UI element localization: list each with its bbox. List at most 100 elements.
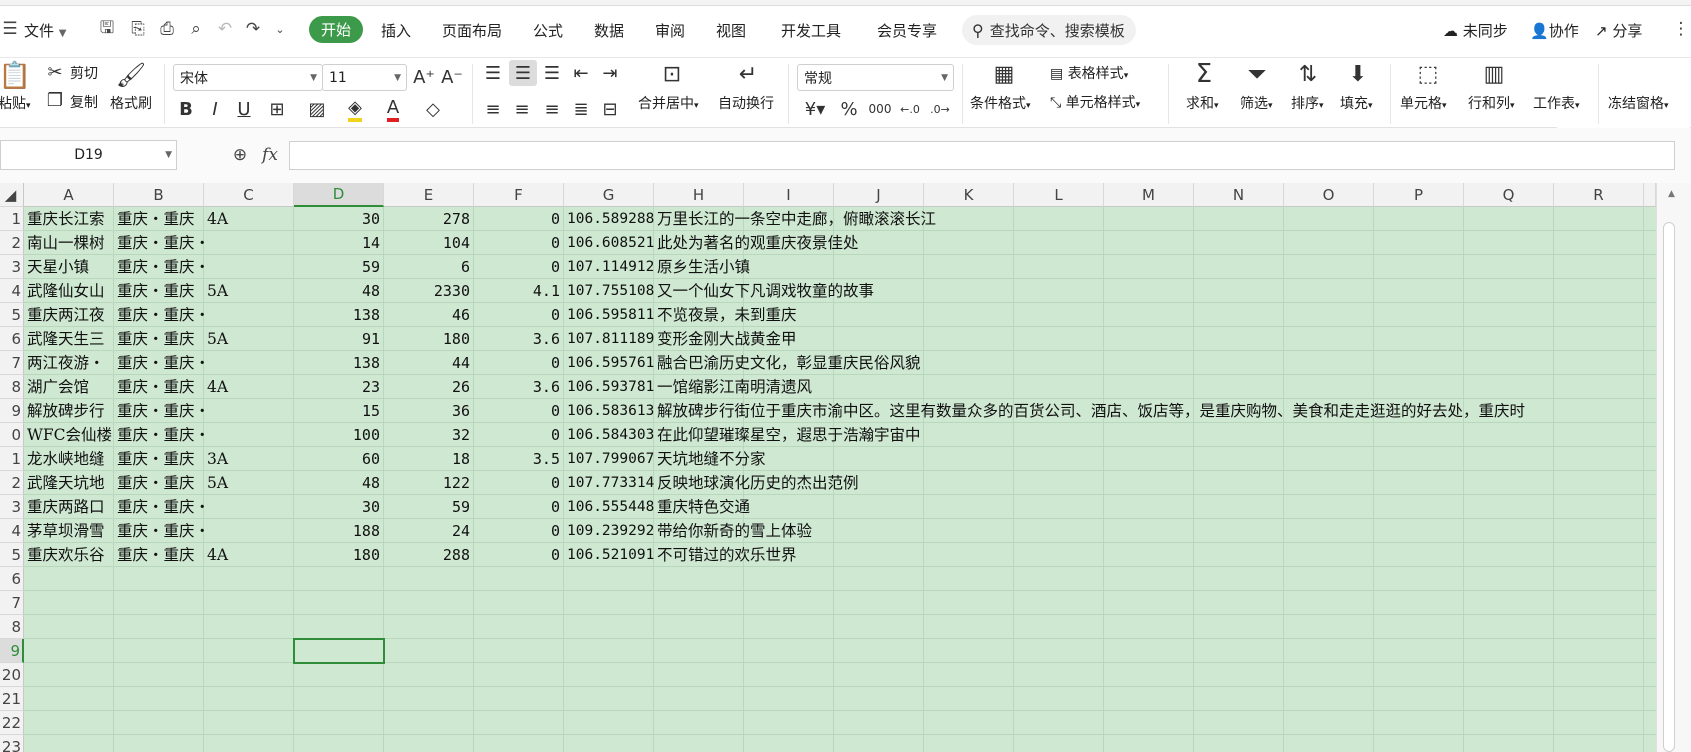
row-header[interactable]: 22	[0, 711, 24, 735]
font-color-icon[interactable]: A	[379, 96, 407, 122]
cell-d5[interactable]: 138	[294, 303, 384, 327]
conditional-format-button[interactable]: 条件格式▾	[970, 93, 1031, 113]
cell-h5[interactable]: 不览夜景，未到重庆	[654, 303, 1644, 327]
bold-icon[interactable]: B	[174, 96, 198, 122]
cell-h10[interactable]: 在此仰望璀璨星空，遐思于浩瀚宇宙中	[654, 423, 1644, 447]
fill-color-icon[interactable]: ◈	[340, 96, 370, 122]
cell-f10[interactable]: 0	[474, 423, 564, 447]
wrap-text-button[interactable]: 自动换行	[718, 93, 774, 113]
tab-page-layout[interactable]: 页面布局	[442, 20, 502, 41]
decrease-indent-icon[interactable]: ⇤	[568, 60, 594, 86]
row-header[interactable]: 9	[0, 399, 24, 423]
cell-h4[interactable]: 又一个仙女下凡调戏牧童的故事	[654, 279, 1644, 303]
cell-b12[interactable]: 重庆・重庆	[114, 471, 204, 495]
column-header-f[interactable]: F	[474, 183, 564, 207]
column-header-h[interactable]: H	[654, 183, 744, 207]
merge-cells-icon[interactable]: ⊡	[656, 58, 688, 90]
share-button[interactable]: ↗ 分享	[1595, 20, 1642, 41]
percent-icon[interactable]: %	[836, 96, 862, 122]
cell-d10[interactable]: 100	[294, 423, 384, 447]
print-preview-icon[interactable]: ⌕	[185, 17, 207, 41]
column-header-r[interactable]: R	[1554, 183, 1644, 207]
cell-g12[interactable]: 107.773314	[564, 471, 654, 495]
column-header-d[interactable]: D	[294, 183, 384, 207]
scroll-up-icon[interactable]: ▲	[1668, 189, 1675, 199]
column-header-g[interactable]: G	[564, 183, 654, 207]
quick-access-dropdown-icon[interactable]: ⌄	[272, 19, 288, 39]
row-header[interactable]: 1	[0, 207, 24, 231]
thousands-separator-icon[interactable]: 000	[866, 96, 894, 122]
cell-e12[interactable]: 122	[384, 471, 474, 495]
clear-format-icon[interactable]: ◇	[418, 96, 448, 122]
filter-icon[interactable]: ⏷	[1241, 58, 1273, 90]
row-header[interactable]: 6	[0, 567, 24, 591]
row-header[interactable]: 23	[0, 735, 24, 752]
cell-b1[interactable]: 重庆・重庆	[114, 207, 204, 231]
file-menu[interactable]: 文件 ▼	[24, 20, 67, 41]
cell-b3[interactable]: 重庆・重庆・南川区	[114, 255, 204, 279]
cell-g11[interactable]: 107.799067	[564, 447, 654, 471]
cell-f5[interactable]: 0	[474, 303, 564, 327]
row-header[interactable]: 1	[0, 447, 24, 471]
column-header-k[interactable]: K	[924, 183, 1014, 207]
row-header[interactable]: 7	[0, 591, 24, 615]
cell-b7[interactable]: 重庆・重庆・重庆两江	[114, 351, 204, 375]
row-header[interactable]: 5	[0, 303, 24, 327]
cell-h15[interactable]: 不可错过的欢乐世界	[654, 543, 1644, 567]
cell-a10[interactable]: WFC会仙楼	[24, 423, 114, 447]
cell-f9[interactable]: 0	[474, 399, 564, 423]
column-header-o[interactable]: O	[1284, 183, 1374, 207]
cell-b8[interactable]: 重庆・重庆	[114, 375, 204, 399]
vertical-scroll-thumb[interactable]	[1663, 222, 1675, 752]
number-format-select[interactable]: 常规 ▼	[797, 64, 954, 91]
hamburger-menu-icon[interactable]: ☰	[0, 18, 20, 40]
increase-decimal-icon[interactable]: ←.0	[896, 96, 924, 122]
distributed-align-icon[interactable]: ⊟	[597, 96, 623, 122]
font-name-select[interactable]: 宋体 ▼	[173, 64, 323, 91]
cell-b5[interactable]: 重庆・重庆・渝中区	[114, 303, 204, 327]
cell-g2[interactable]: 106.608521	[564, 231, 654, 255]
cell-h3[interactable]: 原乡生活小镇	[654, 255, 1644, 279]
rows-cols-icon[interactable]: ▥	[1478, 58, 1510, 90]
sum-button[interactable]: 求和▾	[1186, 93, 1219, 113]
align-center-icon[interactable]: ≡	[509, 96, 535, 122]
cell-b6[interactable]: 重庆・重庆	[114, 327, 204, 351]
cell-c1[interactable]: 4A	[204, 207, 294, 231]
cell-a14[interactable]: 茅草坝滑雪	[24, 519, 114, 543]
row-header[interactable]: 0	[0, 423, 24, 447]
wrap-text-icon[interactable]: ↵	[732, 58, 764, 90]
cell-g10[interactable]: 106.584303	[564, 423, 654, 447]
tab-home[interactable]: 开始	[309, 16, 363, 43]
cell-c6[interactable]: 5A	[204, 327, 294, 351]
cell-h1[interactable]: 万里长江的一条空中走廊，俯瞰滚滚长江	[654, 207, 1644, 231]
cell-b14[interactable]: 重庆・重庆・奉节县	[114, 519, 204, 543]
cell-f13[interactable]: 0	[474, 495, 564, 519]
cell-d6[interactable]: 91	[294, 327, 384, 351]
tab-developer[interactable]: 开发工具	[781, 20, 841, 41]
cell-b10[interactable]: 重庆・重庆・渝中区	[114, 423, 204, 447]
format-painter-icon[interactable]: 🖌	[116, 58, 146, 92]
cell-g13[interactable]: 106.555448	[564, 495, 654, 519]
cell-a7[interactable]: 两江夜游・	[24, 351, 114, 375]
cell-b4[interactable]: 重庆・重庆	[114, 279, 204, 303]
cell-c8[interactable]: 4A	[204, 375, 294, 399]
decrease-font-icon[interactable]: A⁻	[440, 64, 464, 90]
cell-f15[interactable]: 0	[474, 543, 564, 567]
row-header[interactable]: 7	[0, 351, 24, 375]
column-header-i[interactable]: I	[744, 183, 834, 207]
cell-d9[interactable]: 15	[294, 399, 384, 423]
redo-icon[interactable]: ↷	[242, 17, 264, 41]
font-size-select[interactable]: 11 ▼	[322, 64, 407, 91]
cell-c4[interactable]: 5A	[204, 279, 294, 303]
cell-h12[interactable]: 反映地球演化历史的杰出范例	[654, 471, 1644, 495]
row-header[interactable]: 4	[0, 279, 24, 303]
column-header-l[interactable]: L	[1014, 183, 1104, 207]
copy-icon[interactable]: ❐	[44, 88, 66, 112]
cell-f8[interactable]: 3.6	[474, 375, 564, 399]
collab-button[interactable]: 👤协作	[1530, 20, 1579, 41]
cell-e6[interactable]: 180	[384, 327, 474, 351]
cell-a3[interactable]: 天星小镇	[24, 255, 114, 279]
scissors-icon[interactable]: ✂	[44, 60, 66, 84]
freeze-panes-button[interactable]: 冻结窗格▾	[1608, 93, 1669, 113]
row-header[interactable]: 8	[0, 615, 24, 639]
